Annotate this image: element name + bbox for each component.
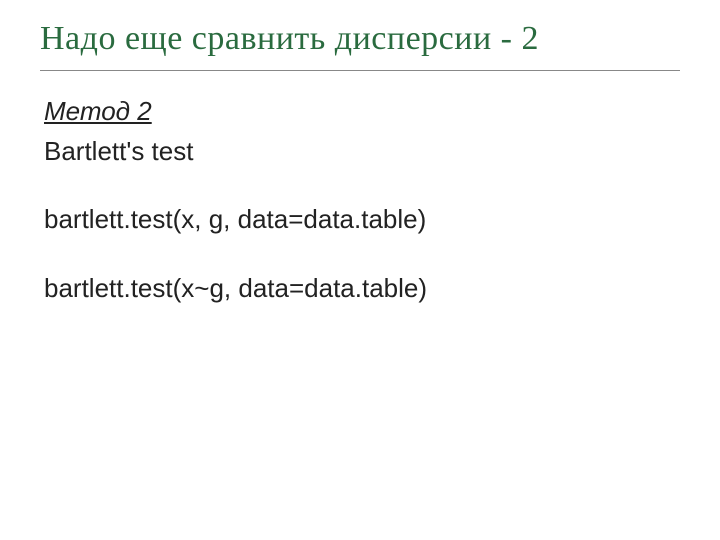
title-area: Надо еще сравнить дисперсии - 2 xyxy=(40,20,680,71)
code-line-1: bartlett.test(x, g, data=data.table) xyxy=(44,201,680,237)
slide: Надо еще сравнить дисперсии - 2 Метод 2 … xyxy=(0,0,720,540)
spacer xyxy=(44,169,680,201)
method-label: Метод 2 xyxy=(44,96,680,127)
slide-title: Надо еще сравнить дисперсии - 2 xyxy=(40,20,680,58)
code-line-2: bartlett.test(x~g, data=data.table) xyxy=(44,270,680,306)
test-name: Bartlett's test xyxy=(44,133,680,169)
spacer xyxy=(44,238,680,270)
slide-content: Метод 2 Bartlett's test bartlett.test(x,… xyxy=(40,96,680,306)
